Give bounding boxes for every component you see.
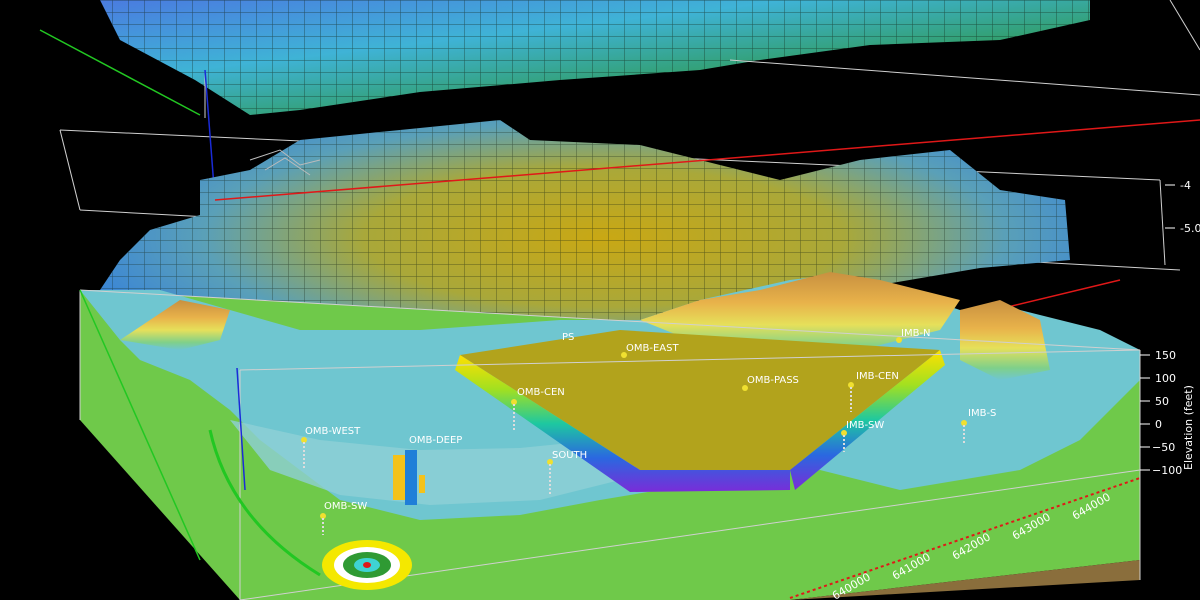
- upper-tick-1: -4: [1180, 179, 1191, 192]
- well-label-omb-east[interactable]: OMB-EAST: [626, 343, 679, 354]
- well-label-imb-n[interactable]: IMB-N: [901, 328, 931, 339]
- elevation-axis: 150 100 50 0 −50 −100 Elevation (feet): [1140, 349, 1195, 477]
- well-label-south[interactable]: SOUTH: [552, 450, 587, 461]
- elevation-axis-title: Elevation (feet): [1182, 385, 1195, 470]
- upper-axis: -4 -5.0: [1165, 179, 1200, 235]
- elev-tick-100: 100: [1155, 372, 1176, 385]
- well-label-omb-deep[interactable]: OMB-DEEP: [409, 435, 462, 446]
- well-label-imb-cen[interactable]: IMB-CEN: [856, 371, 899, 382]
- upper-tick-2: -5.0: [1180, 222, 1200, 235]
- elev-tick-minus100: −100: [1152, 464, 1182, 477]
- 3d-scene-viewport[interactable]: OMB-WEST OMB-DEEP OMB-SW OMB-CEN SOUTH O…: [0, 0, 1200, 600]
- well-label-omb-sw[interactable]: OMB-SW: [324, 501, 367, 512]
- well-label-ps[interactable]: PS: [562, 332, 574, 343]
- elev-tick-0: 0: [1155, 418, 1162, 431]
- elev-tick-50: 50: [1155, 395, 1169, 408]
- well-label-imb-s[interactable]: IMB-S: [968, 408, 996, 419]
- elev-tick-minus50: −50: [1152, 441, 1175, 454]
- well-label-imb-sw[interactable]: IMB-SW: [846, 420, 884, 431]
- compass-target-icon[interactable]: [322, 540, 412, 590]
- well-label-omb-cen[interactable]: OMB-CEN: [517, 387, 565, 398]
- well-label-omb-west[interactable]: OMB-WEST: [305, 426, 361, 437]
- well-label-omb-pass[interactable]: OMB-PASS: [747, 375, 799, 386]
- elev-tick-150: 150: [1155, 349, 1176, 362]
- upper-surface-layer: [100, 0, 1090, 115]
